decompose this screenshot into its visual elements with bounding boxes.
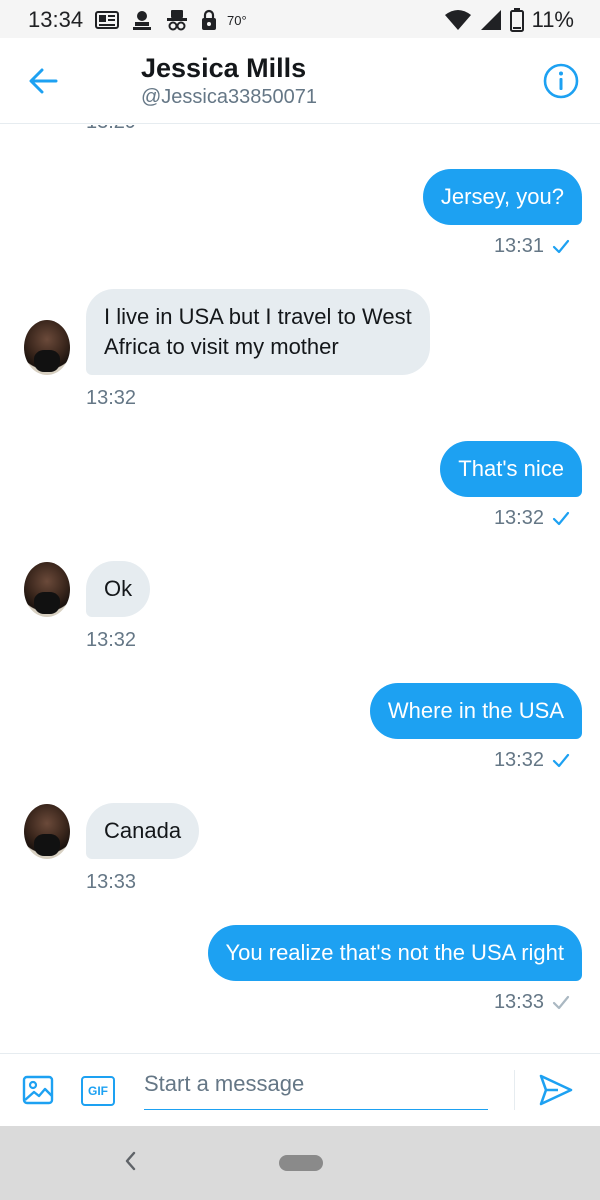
info-button[interactable] [542, 62, 580, 100]
outgoing-message[interactable]: That's nice 13:32 [440, 441, 582, 530]
message-timestamp: 13:32 [86, 387, 137, 409]
incoming-message[interactable]: Canada 13:33 [24, 803, 200, 894]
sent-check-icon [552, 995, 570, 1009]
outgoing-message[interactable]: You realize that's not the USA right 13:… [207, 925, 582, 1014]
status-temperature: 70° [227, 12, 247, 28]
conversation-header: Jessica Mills @Jessica33850071 [0, 38, 600, 124]
composer-divider [514, 1070, 515, 1110]
chevron-left-icon [125, 1151, 136, 1171]
message-input[interactable] [144, 1064, 488, 1110]
message-line: I live in USA but I travel to West [104, 304, 412, 329]
message-timestamp: 13:33 [86, 871, 137, 893]
message-timestamp: 13:32 [493, 507, 544, 529]
incognito-icon [167, 10, 187, 31]
avatar[interactable] [24, 562, 70, 617]
incoming-message[interactable]: I live in USA but I travel to West Afric… [24, 289, 430, 410]
outgoing-bubble[interactable]: Jersey, you? [422, 169, 582, 225]
conversation-thread[interactable]: 13:29 Jersey, you? 13:31 I live in USA b… [0, 125, 600, 1053]
system-home-pill[interactable] [279, 1155, 323, 1171]
incoming-bubble[interactable]: Canada [86, 803, 200, 859]
status-time: 13:34 [28, 7, 84, 32]
read-check-icon [552, 753, 570, 767]
send-icon [539, 1074, 573, 1106]
status-icons-left: 70° [95, 9, 247, 31]
lock-icon [202, 9, 216, 30]
outgoing-bubble[interactable]: Where in the USA [369, 683, 582, 739]
message-timestamp: 13:32 [493, 749, 544, 771]
info-icon [543, 63, 579, 99]
send-button[interactable] [538, 1072, 574, 1108]
battery-percent: 11% [531, 7, 574, 32]
message-timestamp: 13:32 [86, 629, 137, 651]
message-timestamp: 13:33 [493, 991, 544, 1013]
message-meta: 13:32 [494, 749, 570, 772]
arrow-left-icon [29, 68, 58, 94]
incoming-message[interactable]: Ok 13:32 [24, 561, 151, 652]
avatar[interactable] [24, 320, 70, 375]
status-bar: 13:34 70° 11% [0, 0, 600, 38]
battery-icon [509, 8, 524, 32]
image-icon [22, 1075, 54, 1105]
outgoing-bubble[interactable]: That's nice [440, 441, 582, 497]
outgoing-message[interactable]: Where in the USA 13:32 [369, 683, 582, 772]
message-meta: 13:32 [494, 507, 570, 530]
news-icon [95, 11, 119, 29]
contact-name[interactable]: Jessica Mills [141, 53, 306, 84]
back-button[interactable] [24, 62, 62, 100]
add-photo-button[interactable] [22, 1074, 54, 1106]
message-timestamp: 13:31 [493, 235, 544, 257]
incoming-bubble[interactable]: Ok [86, 561, 151, 617]
message-line: Africa to visit my mother [104, 334, 339, 359]
cast-icon [133, 11, 151, 30]
message-timestamp: 13:29 [86, 125, 136, 134]
read-check-icon [552, 239, 570, 253]
system-navigation-bar [0, 1126, 600, 1200]
incoming-bubble[interactable]: I live in USA but I travel to West Afric… [86, 289, 430, 375]
outgoing-message[interactable]: Jersey, you? 13:31 [422, 169, 582, 258]
message-meta: 13:33 [494, 991, 570, 1014]
system-back-button[interactable] [123, 1148, 137, 1179]
message-meta: 13:31 [494, 235, 570, 258]
gif-button[interactable]: GIF [81, 1076, 115, 1106]
message-composer: GIF [0, 1053, 600, 1126]
avatar[interactable] [24, 804, 70, 859]
wifi-icon [444, 10, 471, 30]
contact-handle[interactable]: @Jessica33850071 [141, 86, 317, 109]
outgoing-bubble[interactable]: You realize that's not the USA right [207, 925, 582, 981]
read-check-icon [552, 511, 570, 525]
status-icons-right: 11% [444, 7, 574, 33]
signal-icon [480, 10, 501, 30]
